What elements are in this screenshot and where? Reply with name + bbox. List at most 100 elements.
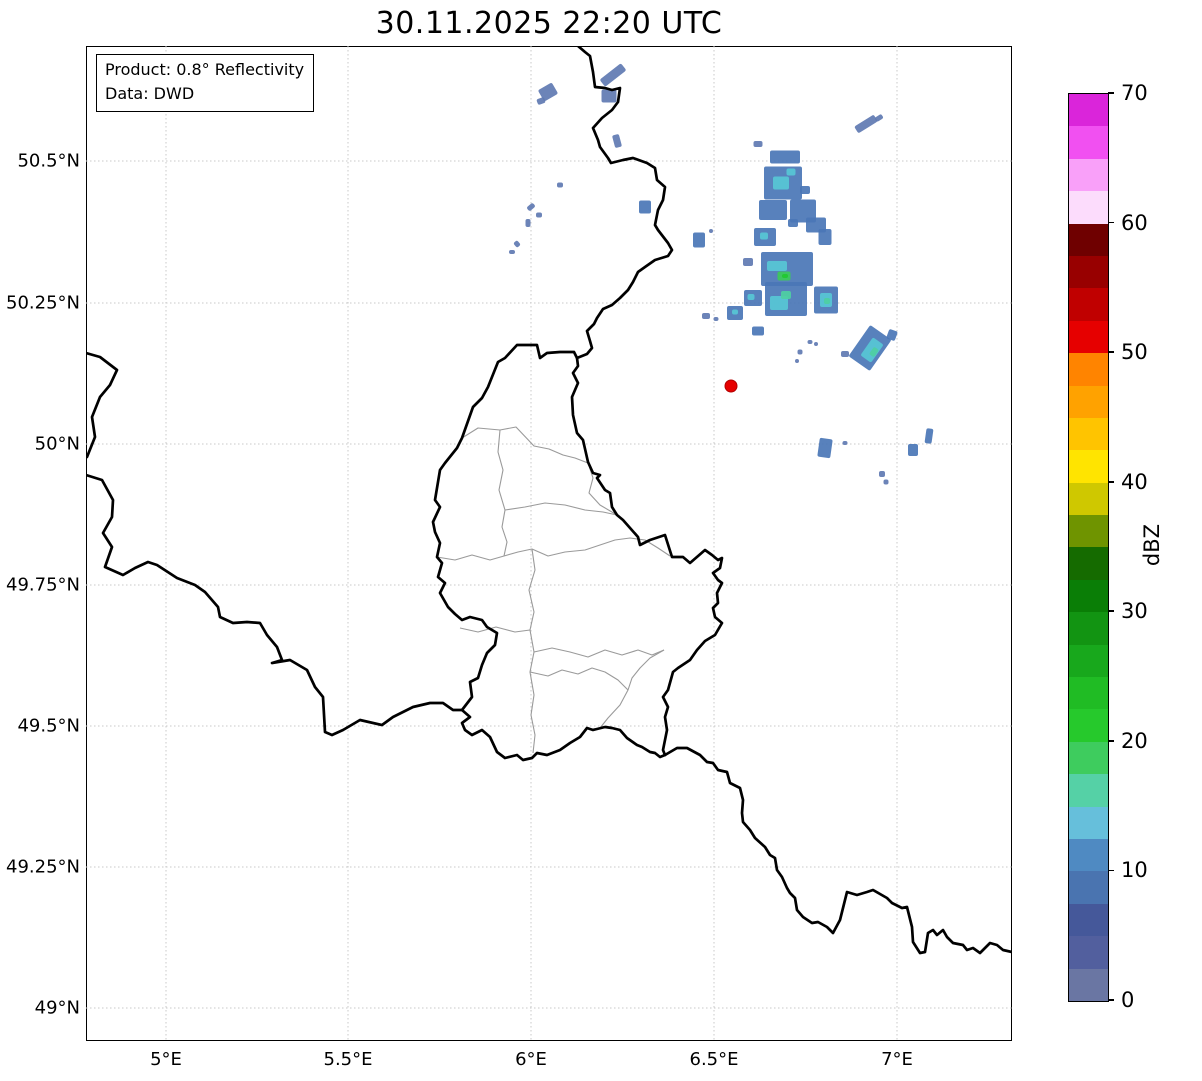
colorbar-tick-mark xyxy=(1108,92,1114,94)
radar-echo xyxy=(817,437,833,459)
radar-echo xyxy=(879,471,885,477)
colorbar-tick-mark xyxy=(1108,999,1114,1001)
colorbar-segment xyxy=(1069,158,1108,192)
colorbar-tick-mark xyxy=(1108,740,1114,742)
latitude-tick-label: 50°N xyxy=(34,433,80,455)
colorbar-tick-label: 30 xyxy=(1121,599,1148,624)
colorbar-segment xyxy=(1069,126,1108,159)
colorbar-tick-label: 10 xyxy=(1121,858,1148,883)
latitude-tick-label: 49.5°N xyxy=(17,715,80,737)
district-border-path xyxy=(461,426,589,464)
radar-echo xyxy=(797,349,803,355)
colorbar-segment xyxy=(1069,94,1108,127)
colorbar-tick-mark xyxy=(1108,351,1114,353)
colorbar-segment xyxy=(1069,612,1108,645)
district-border-path xyxy=(528,548,536,754)
latitude-tick-label: 50.25°N xyxy=(6,292,80,314)
radar-echo xyxy=(818,229,832,245)
country-border-path xyxy=(86,351,119,459)
radar-echo xyxy=(743,258,753,266)
country-border-path xyxy=(431,343,667,762)
radar-echo xyxy=(600,63,626,87)
product-info-box: Product: 0.8° Reflectivity Data: DWD xyxy=(96,54,315,112)
colorbar-segment xyxy=(1069,903,1108,937)
country-border-path xyxy=(663,746,1012,955)
radar-echo xyxy=(702,313,710,319)
colorbar-segment xyxy=(1069,191,1108,224)
radar-echo xyxy=(824,298,830,304)
radar-echo xyxy=(786,168,796,176)
colorbar-segment xyxy=(1069,936,1108,969)
radar-map-page: { "title": "30.11.2025 22:20 UTC", "info… xyxy=(0,0,1202,1081)
colorbar-segment xyxy=(1069,709,1108,742)
country-border-path xyxy=(86,473,464,737)
colorbar-segment xyxy=(1069,482,1108,516)
colorbar-segment xyxy=(1069,774,1108,807)
colorbar-axis-label: dBZ xyxy=(1140,523,1164,567)
reflectivity-colorbar xyxy=(1068,93,1109,1002)
radar-echo xyxy=(713,317,719,321)
colorbar-tick-mark xyxy=(1108,610,1114,613)
radar-echo xyxy=(747,294,755,300)
colorbar-segment xyxy=(1069,806,1108,839)
radar-echo xyxy=(795,359,799,363)
radar-echo xyxy=(788,219,798,227)
map-canvas xyxy=(86,46,1012,1041)
radar-echo xyxy=(513,240,521,248)
radar-echo xyxy=(639,200,651,214)
latitude-tick-label: 49.75°N xyxy=(6,574,80,596)
radar-echo xyxy=(814,342,818,346)
district-border-path xyxy=(497,429,508,557)
colorbar-segment xyxy=(1069,288,1108,321)
colorbar-segment xyxy=(1069,255,1108,289)
radar-echo xyxy=(800,186,810,194)
colorbar-segment xyxy=(1069,579,1108,613)
colorbar-segment xyxy=(1069,417,1108,451)
radar-echo xyxy=(601,89,617,103)
radar-echo xyxy=(527,203,535,211)
product-label: Product: 0.8° Reflectivity xyxy=(105,60,305,79)
colorbar-segment xyxy=(1069,450,1108,483)
radar-echo xyxy=(807,340,813,344)
district-border-path xyxy=(627,649,665,691)
radar-echo xyxy=(732,309,738,315)
colorbar-tick-label: 40 xyxy=(1121,469,1148,494)
radar-echo xyxy=(908,444,918,456)
latitude-tick-label: 49°N xyxy=(34,997,80,1019)
colorbar-segment xyxy=(1069,320,1108,354)
district-border-path xyxy=(533,647,665,658)
colorbar-tick-mark xyxy=(1108,480,1114,483)
longitude-tick-label: 5.5°E xyxy=(323,1049,373,1070)
radar-echo xyxy=(770,150,800,164)
colorbar-tick-mark xyxy=(1108,869,1114,872)
colorbar-tick-label: 70 xyxy=(1121,81,1148,105)
radar-echo xyxy=(759,200,787,220)
longitude-tick-label: 5°E xyxy=(150,1049,182,1070)
longitude-tick-label: 7°E xyxy=(881,1049,913,1070)
page-title: 30.11.2025 22:20 UTC xyxy=(375,6,723,41)
colorbar-segment xyxy=(1069,385,1108,418)
radar-echo xyxy=(557,182,563,188)
radar-echo xyxy=(752,326,764,336)
radar-echo xyxy=(883,479,889,485)
colorbar-tick-label: 60 xyxy=(1121,210,1148,235)
longitude-tick-label: 6.5°E xyxy=(689,1049,739,1070)
radar-echo xyxy=(709,229,713,233)
latitude-tick-label: 49.25°N xyxy=(6,856,80,878)
radar-echo xyxy=(525,219,531,227)
radar-echo xyxy=(760,232,768,240)
colorbar-segment xyxy=(1069,838,1108,872)
radar-echo xyxy=(767,261,787,271)
radar-echo xyxy=(782,274,788,278)
colorbar-segment xyxy=(1069,223,1108,256)
colorbar-segment xyxy=(1069,353,1108,386)
colorbar-segment xyxy=(1069,677,1108,710)
district-border-path xyxy=(436,537,671,561)
colorbar-segment xyxy=(1069,741,1108,775)
colorbar-tick-label: 20 xyxy=(1121,728,1148,753)
radar-echo xyxy=(924,428,934,444)
district-border-path xyxy=(529,667,629,730)
colorbar-tick-label: 0 xyxy=(1121,988,1135,1012)
radar-echo xyxy=(693,232,705,248)
colorbar-segment xyxy=(1069,547,1108,580)
